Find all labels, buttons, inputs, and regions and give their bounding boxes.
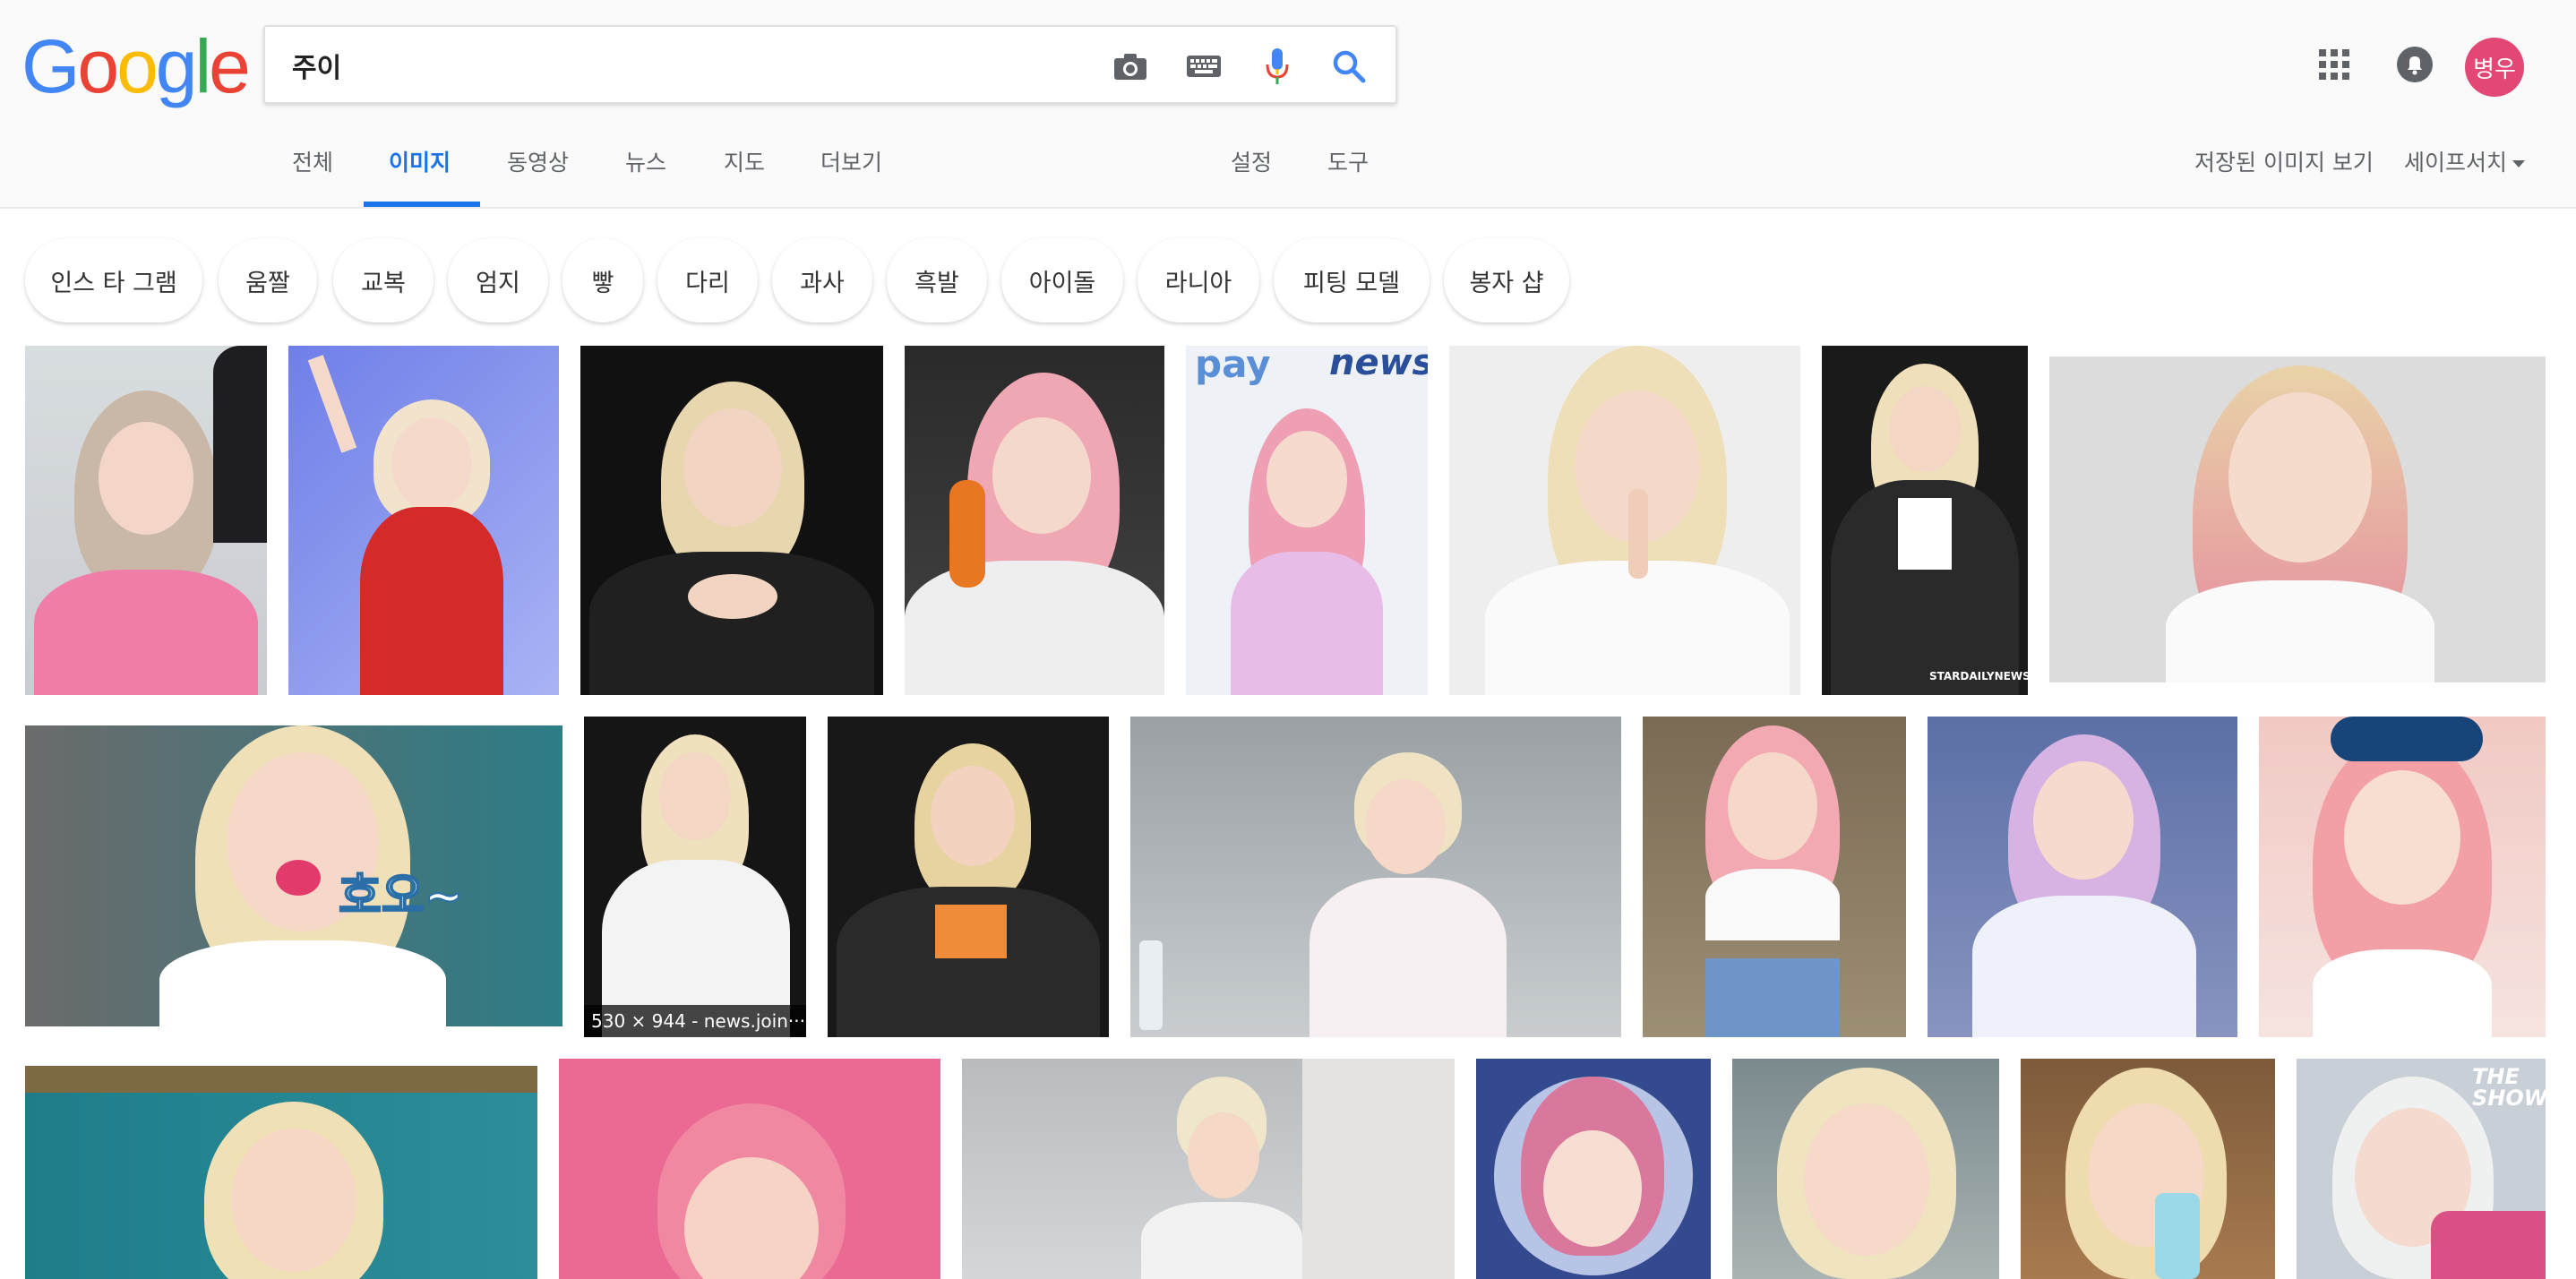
tab-videos[interactable]: 동영상	[507, 145, 569, 185]
safesearch-label: 세이프서치	[2404, 150, 2508, 176]
tools-link[interactable]: 도구	[1327, 145, 1369, 185]
image-result[interactable]	[2049, 356, 2546, 682]
related-chip[interactable]: 과사	[772, 238, 872, 322]
image-result[interactable]	[828, 717, 1109, 1037]
logo-letter: o	[116, 23, 159, 108]
image-result[interactable]	[1130, 717, 1621, 1037]
search-input[interactable]	[292, 43, 1080, 88]
overlay-text: THE SHOW	[2472, 1064, 2546, 1111]
related-chip[interactable]: 아이돌	[1001, 238, 1123, 322]
related-chip[interactable]: 다리	[657, 238, 758, 322]
image-result[interactable]: STARDAILYNEWS	[1822, 346, 2028, 695]
settings-link[interactable]: 설정	[1231, 145, 1272, 185]
image-result[interactable]	[1643, 717, 1906, 1037]
image-result[interactable]	[25, 346, 267, 695]
keyboard-icon[interactable]	[1182, 45, 1225, 88]
related-chip[interactable]: 라니아	[1138, 238, 1259, 322]
related-chip[interactable]: 엄지	[448, 238, 548, 322]
account-avatar[interactable]: 병우	[2465, 38, 2524, 97]
related-chip[interactable]: 빻	[562, 238, 643, 322]
top-bar: G o o g l e 병우 전체 이미지 동영상 뉴스 지도 더보기 설정 도…	[0, 0, 2576, 209]
search-icon[interactable]	[1327, 45, 1370, 88]
image-result[interactable]	[1928, 717, 2237, 1037]
image-result[interactable]	[1476, 1059, 1711, 1279]
caret-down-icon	[2512, 160, 2526, 167]
camera-icon[interactable]	[1109, 45, 1152, 88]
related-chip[interactable]: 인스 타 그램	[25, 238, 202, 322]
overlay-text: news	[1329, 346, 1428, 383]
saved-images-link[interactable]: 저장된 이미지 보기	[2194, 145, 2374, 177]
image-result[interactable]: pay news	[1186, 346, 1428, 695]
tab-more[interactable]: 더보기	[820, 145, 882, 185]
image-result[interactable]	[2259, 717, 2546, 1037]
logo-letter: l	[194, 23, 212, 108]
image-size-caption: 530 × 944 - news.join···	[584, 1005, 806, 1037]
tab-news[interactable]: 뉴스	[625, 145, 666, 185]
related-chip[interactable]: 교복	[333, 238, 434, 322]
related-chip[interactable]: 피팅 모델	[1274, 238, 1430, 322]
image-result[interactable]	[962, 1059, 1455, 1279]
logo-letter: G	[21, 23, 80, 108]
google-logo[interactable]: G o o g l e	[21, 23, 251, 109]
microphone-icon[interactable]	[1256, 45, 1299, 88]
image-result[interactable]: THE SHOW	[2297, 1059, 2546, 1279]
logo-letter: o	[77, 23, 119, 108]
related-chip[interactable]: 봉자 샵	[1444, 238, 1569, 322]
overlay-text: pay	[1195, 346, 1271, 386]
image-result[interactable]	[580, 346, 883, 695]
image-result[interactable]	[288, 346, 559, 695]
image-result[interactable]	[25, 1066, 537, 1279]
logo-letter: e	[209, 23, 251, 108]
tab-maps[interactable]: 지도	[724, 145, 765, 185]
tab-all[interactable]: 전체	[292, 145, 333, 185]
image-result[interactable]	[559, 1059, 940, 1279]
apps-grid-icon[interactable]	[2309, 39, 2359, 90]
tab-images[interactable]: 이미지	[389, 145, 451, 185]
search-box	[263, 25, 1397, 104]
image-result[interactable]	[2021, 1059, 2275, 1279]
notifications-bell-icon[interactable]	[2390, 39, 2440, 90]
related-chip[interactable]: 흑발	[887, 238, 987, 322]
image-result[interactable]	[905, 346, 1164, 695]
safesearch-dropdown[interactable]: 세이프서치	[2404, 145, 2526, 177]
image-result[interactable]: 호오~	[25, 725, 562, 1026]
active-tab-indicator	[364, 202, 480, 207]
logo-letter: g	[155, 23, 198, 108]
overlay-text: 호오~	[338, 869, 464, 924]
image-result[interactable]	[1732, 1059, 1999, 1279]
related-chip[interactable]: 움짤	[219, 238, 317, 322]
overlay-text: STARDAILYNEWS	[1929, 670, 2028, 682]
image-result[interactable]	[1449, 346, 1800, 695]
image-result[interactable]: 530 × 944 - news.join···	[584, 717, 806, 1037]
